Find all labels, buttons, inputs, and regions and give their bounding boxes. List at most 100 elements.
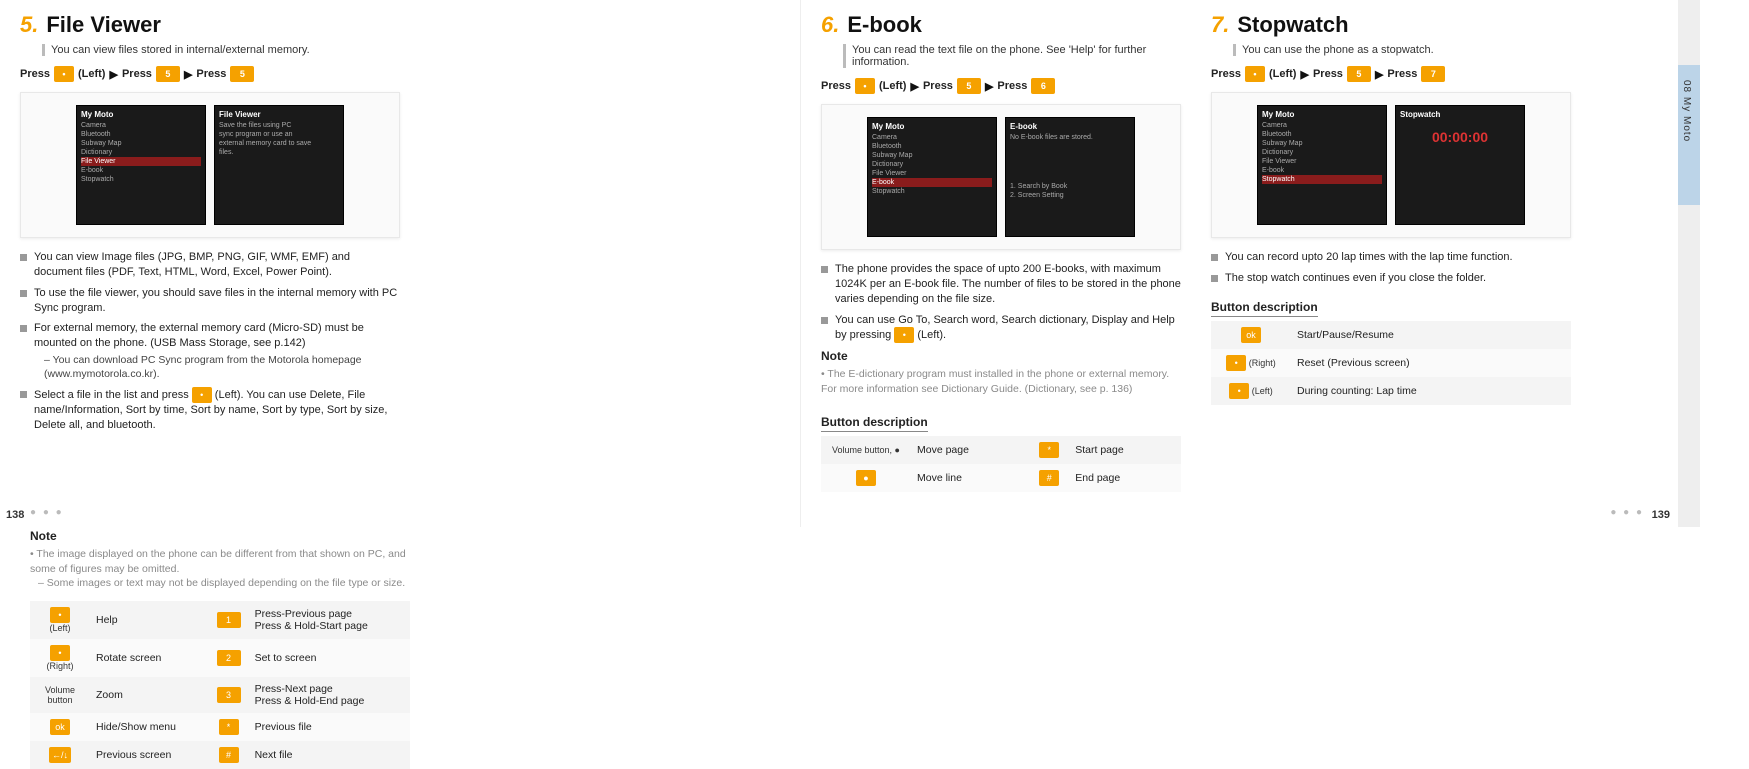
arrow-icon: ▶ xyxy=(910,80,918,93)
key-desc: Move line xyxy=(911,464,1029,492)
section-7-button-table: ok Start/Pause/Resume • (Right) Reset (P… xyxy=(1211,321,1571,405)
press-label: Press xyxy=(1211,68,1241,80)
phone-screen-ebook: E-book No E-book files are stored. 1. Se… xyxy=(1005,117,1135,237)
key-2-icon: 2 xyxy=(217,650,241,666)
table-row: • (Right) Reset (Previous screen) xyxy=(1211,349,1571,377)
page-number-right: 139 xyxy=(1652,509,1670,521)
screen-header: E-book xyxy=(1010,122,1130,131)
section-5-bullets: You can view Image files (JPG, BMP, PNG,… xyxy=(20,250,400,433)
page-dots-icon: ● ● ● xyxy=(1610,507,1644,518)
table-row: ok Start/Pause/Resume xyxy=(1211,321,1571,349)
section-5-lead: You can view files stored in internal/ex… xyxy=(42,44,400,56)
stopwatch-time: 00:00:00 xyxy=(1400,129,1520,145)
press-label: Press xyxy=(196,68,226,80)
star-key-icon: * xyxy=(219,719,239,735)
button-description-title: Button description xyxy=(821,415,928,432)
soft-key-left-icon: • xyxy=(1245,66,1265,82)
press-side: (Left) xyxy=(879,80,907,92)
section-6-number: 6. xyxy=(821,12,839,38)
press-label: Press xyxy=(997,80,1027,92)
press-label: Press xyxy=(923,80,953,92)
section-6-column: 6. E-book You can read the text file on … xyxy=(821,12,1181,492)
soft-key-left-icon: • xyxy=(894,327,914,343)
soft-key-right-icon: • xyxy=(50,645,70,661)
button-description-title: Button description xyxy=(1211,300,1318,317)
phone-screen-stopwatch: Stopwatch 00:00:00 xyxy=(1395,105,1525,225)
arrow-icon: ▶ xyxy=(184,68,192,81)
table-row: • (Left) During counting: Lap time xyxy=(1211,377,1571,405)
key-desc: Zoom xyxy=(90,677,209,713)
key-3-icon: 3 xyxy=(217,687,241,703)
section-5-press-line: Press • (Left) ▶ Press 5 ▶ Press 5 xyxy=(20,66,400,82)
key-desc: Help xyxy=(90,601,209,639)
key-desc: Previous file xyxy=(249,713,410,741)
bullet-item: Select a file in the list and press • (L… xyxy=(20,387,400,433)
chapter-tab-label: 08 My Moto xyxy=(1681,80,1692,142)
key-5-icon: 5 xyxy=(230,66,254,82)
key-desc: Move page xyxy=(911,436,1029,464)
section-6-lead: You can read the text file on the phone.… xyxy=(843,44,1181,68)
key-desc: Rotate screen xyxy=(90,639,209,677)
section-6-title-text: E-book xyxy=(847,12,922,38)
soft-key-left-icon: • xyxy=(855,78,875,94)
screen-header: My Moto xyxy=(872,122,992,131)
arrow-icon: ▶ xyxy=(985,80,993,93)
screen-header: Stopwatch xyxy=(1400,110,1520,119)
section-7-title-text: Stopwatch xyxy=(1237,12,1348,38)
phone-screen-menu: My Moto CameraBluetoothSubway MapDiction… xyxy=(867,117,997,237)
table-row: ←/↓ Previous screen # Next file xyxy=(30,741,410,769)
section-7-column: 7. Stopwatch You can use the phone as a … xyxy=(1211,12,1571,405)
table-row: Volume button, ● Move page * Start page xyxy=(821,436,1181,464)
bullet-text: To use the file viewer, you should save … xyxy=(34,287,397,314)
page-number-left: 138 xyxy=(6,509,24,521)
press-label: Press xyxy=(20,68,50,80)
bullet-text: The stop watch continues even if you clo… xyxy=(1225,272,1486,284)
soft-key-left-icon: • xyxy=(50,607,70,623)
section-7-title: 7. Stopwatch xyxy=(1211,12,1571,38)
screen-header: My Moto xyxy=(81,110,201,119)
section-5-screenshots: My Moto CameraBluetoothSubway MapDiction… xyxy=(20,92,400,238)
table-row: ● Move line # End page xyxy=(821,464,1181,492)
key-desc: Press-Previous pagePress & Hold-Start pa… xyxy=(249,601,410,639)
soft-key-left-icon: • xyxy=(1229,383,1249,399)
section-7-screenshots: My Moto CameraBluetoothSubway MapDiction… xyxy=(1211,92,1571,238)
table-row: ok Hide/Show menu * Previous file xyxy=(30,713,410,741)
hash-key-icon: # xyxy=(1039,470,1059,486)
press-side: (Left) xyxy=(1269,68,1297,80)
phone-screen-fileviewer: File Viewer Save the files using PCsync … xyxy=(214,105,344,225)
arrow-icon: ▶ xyxy=(1375,68,1383,81)
note-body: • The E-dictionary program must installe… xyxy=(821,367,1181,396)
section-5-right-column: Note • The image displayed on the phone … xyxy=(30,439,410,769)
key-5-icon: 5 xyxy=(156,66,180,82)
note-title: Note xyxy=(821,349,1181,363)
bullet-text: For external memory, the external memory… xyxy=(34,322,364,349)
screen-header: File Viewer xyxy=(219,110,339,119)
bullet-item: You can use Go To, Search word, Search d… xyxy=(821,313,1181,344)
table-row: Volume button Zoom 3 Press-Next pagePres… xyxy=(30,677,410,713)
key-7-icon: 7 xyxy=(1421,66,1445,82)
key-cell: Volume button, ● xyxy=(821,436,911,464)
section-5-number: 5. xyxy=(20,12,38,38)
section-6-screenshots: My Moto CameraBluetoothSubway MapDiction… xyxy=(821,104,1181,250)
back-key-icon: ←/↓ xyxy=(49,747,71,763)
press-label: Press xyxy=(122,68,152,80)
bullet-item: You can view Image files (JPG, BMP, PNG,… xyxy=(20,250,400,280)
key-1-icon: 1 xyxy=(217,612,241,628)
key-desc: Hide/Show menu xyxy=(90,713,209,741)
bullet-text: Select a file in the list and press xyxy=(34,389,192,401)
section-5-left-column: 5. File Viewer You can view files stored… xyxy=(20,12,400,439)
section-6-button-table: Volume button, ● Move page * Start page … xyxy=(821,436,1181,492)
key-desc: Start page xyxy=(1069,436,1181,464)
soft-key-left-icon: • xyxy=(192,387,212,403)
bullet-item: You can record upto 20 lap times with th… xyxy=(1211,250,1571,265)
bullet-text: The phone provides the space of upto 200… xyxy=(835,263,1181,305)
key-cell: Volume button xyxy=(30,677,90,713)
note-title: Note xyxy=(30,529,410,543)
bullet-item: To use the file viewer, you should save … xyxy=(20,286,400,316)
key-5-icon: 5 xyxy=(1347,66,1371,82)
page-138: 5. File Viewer You can view files stored… xyxy=(0,0,800,527)
section-6-bullets: The phone provides the space of upto 200… xyxy=(821,262,1181,343)
key-desc: Set to screen xyxy=(249,639,410,677)
bullet-text: You can record upto 20 lap times with th… xyxy=(1225,251,1513,263)
press-side: (Left) xyxy=(78,68,106,80)
